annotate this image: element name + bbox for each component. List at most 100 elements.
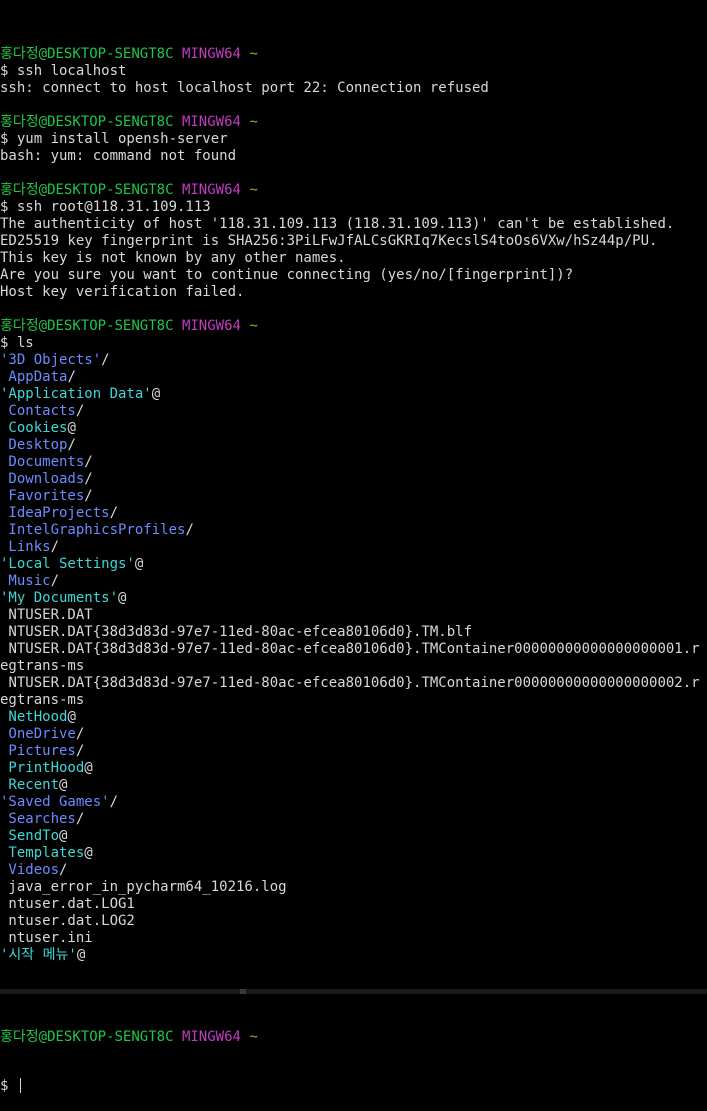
directory-entry: Downloads/ [0,471,707,488]
command-line: $ ls [0,335,707,352]
prompt-system: MINGW64 [181,114,241,130]
command-history: 홍다정@DESKTOP-SENGT8C MINGW64 ~ $ ssh local… [0,46,707,981]
symlink-entry: Cookies@ [0,420,707,437]
entry-name: Cookies [0,420,68,436]
prompt-system: MINGW64 [181,1029,241,1045]
entry-type-suffix: / [75,743,85,759]
entry-type-suffix: / [84,471,93,487]
entry-name: ntuser.dat.LOG1 [0,896,135,912]
output-line: ssh: connect to host localhost port 22: … [0,80,489,96]
directory-entry: Videos/ [0,862,707,879]
entry-name: Favorites [0,488,85,504]
directory-entry: Favorites/ [0,488,707,505]
output-line: Are you sure you want to continue connec… [0,267,574,283]
directory-entry: Documents/ [0,454,707,471]
entry-name: IdeaProjects [0,505,110,521]
entry-name: '3D Objects' [0,352,102,368]
entry-name: IntelGraphicsProfiles [0,522,186,538]
directory-entry: OneDrive/ [0,726,707,743]
entry-name: Templates [0,845,85,861]
file-entry: java_error_in_pycharm64_10216.log [0,879,707,896]
entry-name: OneDrive [0,726,76,742]
entry-name: Contacts [0,403,76,419]
directory-entry: Contacts/ [0,403,707,420]
directory-entry: '3D Objects'/ [0,352,707,369]
entry-type-suffix: / [109,505,119,521]
command-text: yum install opensh-server [16,131,228,147]
entry-type-suffix: @ [76,947,86,963]
symlink-entry: 'My Documents'@ [0,590,707,607]
entry-name: ntuser.dat.LOG2 [0,913,135,929]
entry-type-suffix: / [84,454,93,470]
entry-name: NTUSER.DAT{38d3d83d-97e7-11ed-80ac-efcea… [0,641,700,674]
entry-type-suffix: @ [59,777,68,793]
symlink-entry: NetHood@ [0,709,707,726]
entry-type-suffix: / [109,794,119,810]
entry-type-suffix: / [50,573,60,589]
prompt-symbol: $ [0,335,17,351]
entry-name: Pictures [0,743,76,759]
entry-name: 'My Documents' [0,590,119,606]
output-line: bash: yum: command not found [0,148,237,164]
entry-name: NTUSER.DAT{38d3d83d-97e7-11ed-80ac-efcea… [0,675,700,708]
horizontal-scrollbar[interactable] [0,989,707,994]
directory-entry: Desktop/ [0,437,707,454]
entry-name: Videos [0,862,60,878]
symlink-entry: SendTo@ [0,828,707,845]
symlink-entry: PrintHood@ [0,760,707,777]
directory-entry: Searches/ [0,811,707,828]
entry-name: Desktop [0,437,68,453]
command-text: ls [16,335,34,351]
entry-type-suffix: / [84,488,93,504]
entry-type-suffix: @ [84,760,93,776]
file-entry: ntuser.ini [0,930,707,947]
entry-type-suffix: @ [67,709,76,725]
entry-type-suffix: / [67,437,76,453]
symlink-entry: Recent@ [0,777,707,794]
file-entry: ntuser.dat.LOG2 [0,913,707,930]
prompt-user-host: 홍다정@DESKTOP-SENGT8C [0,318,174,334]
entry-type-suffix: @ [59,828,68,844]
entry-name: NTUSER.DAT [0,607,93,623]
command-line: $ ssh root@118.31.109.113 [0,199,707,216]
prompt-system: MINGW64 [181,318,241,334]
directory-entry: Music/ [0,573,707,590]
output-line: Host key verification failed. [0,284,245,300]
prompt-user-host: 홍다정@DESKTOP-SENGT8C [0,1029,174,1045]
command-line: $ ssh localhost [0,63,707,80]
command-input-line[interactable]: $ [0,1078,707,1095]
entry-name: Documents [0,454,85,470]
entry-type-suffix: @ [118,590,127,606]
entry-type-suffix: / [101,352,110,368]
directory-entry: IdeaProjects/ [0,505,707,522]
scrollbar-thumb[interactable] [240,989,246,994]
entry-name: NetHood [0,709,68,725]
prompt-symbol: $ [0,199,17,215]
prompt-path: ~ [249,114,258,130]
directory-entry: Pictures/ [0,743,707,760]
prompt-user-host: 홍다정@DESKTOP-SENGT8C [0,46,174,62]
entry-name: 'Saved Games' [0,794,110,810]
prompt-user-host: 홍다정@DESKTOP-SENGT8C [0,182,174,198]
entry-name: java_error_in_pycharm64_10216.log [0,879,287,895]
symlink-entry: 'Local Settings'@ [0,556,707,573]
prompt-system: MINGW64 [181,182,241,198]
entry-type-suffix: / [185,522,194,538]
entry-type-suffix: / [75,811,85,827]
entry-name: ntuser.ini [0,930,93,946]
entry-name: Searches [0,811,76,827]
prompt-header: 홍다정@DESKTOP-SENGT8C MINGW64 ~ [0,114,707,131]
output-line: The authenticity of host '118.31.109.113… [0,216,675,232]
prompt-header: 홍다정@DESKTOP-SENGT8C MINGW64 ~ [0,182,707,199]
command-text: ssh localhost [16,63,127,79]
entry-type-suffix: @ [151,386,161,402]
terminal-output[interactable]: 홍다정@DESKTOP-SENGT8C MINGW64 ~ $ ssh local… [0,14,707,1111]
command-text: ssh root@118.31.109.113 [16,199,211,215]
entry-name: SendTo [0,828,60,844]
entry-name: AppData [0,369,68,385]
entry-name: Music [0,573,51,589]
file-entry: NTUSER.DAT{38d3d83d-97e7-11ed-80ac-efcea… [0,641,707,675]
